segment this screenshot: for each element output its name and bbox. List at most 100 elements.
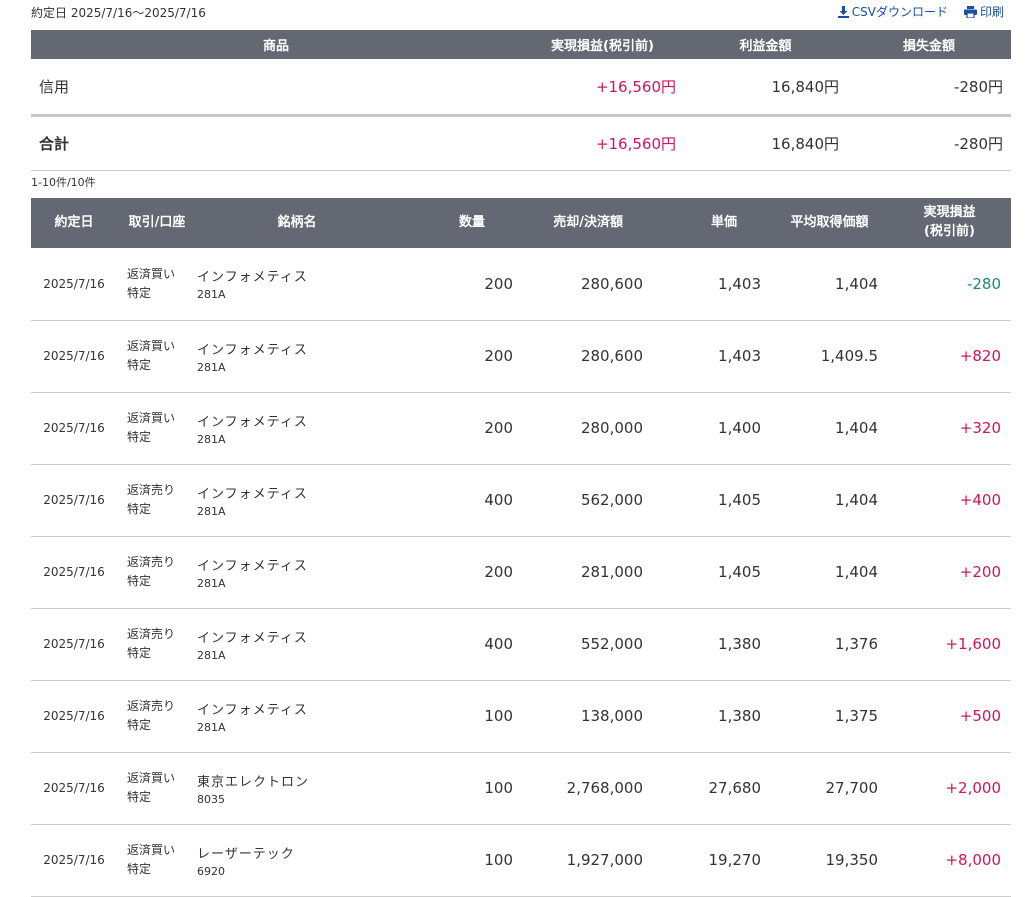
trade-type-cell: 返済買い 特定 (117, 320, 197, 393)
trade-type-cell: 返済売り 特定 (117, 608, 197, 681)
average-cost: 1,376 (771, 608, 888, 681)
stock-code: 8035 (197, 792, 225, 806)
quantity: 200 (397, 320, 523, 393)
stock-name: インフォメティス (197, 630, 308, 646)
stock-cell: インフォメティス 281A (197, 464, 397, 537)
actions: CSVダウンロード 印刷 (837, 3, 1004, 20)
col-header-date: 約定日 (31, 198, 117, 248)
col-header-pl-line2: (税引前) (924, 224, 975, 239)
top-bar: 約定日 2025/7/16〜2025/7/16 CSVダウンロード 印刷 (0, 0, 1035, 30)
settlement-amount: 2,768,000 (523, 752, 653, 825)
stock-code: 6920 (197, 864, 225, 878)
settlement-amount: 138,000 (523, 680, 653, 753)
col-header-name: 銘柄名 (197, 198, 397, 248)
realized-pl: +200 (888, 536, 1011, 609)
unit-price: 1,403 (653, 320, 771, 393)
account-type: 特定 (127, 358, 152, 372)
table-row: 2025/7/16 返済買い 特定 インフォメティス 281A 200 280,600 1,4… (31, 248, 1011, 321)
table-row: 2025/7/16 返済売り 特定 インフォメティス 281A 400 552,000 1,3… (31, 608, 1011, 681)
realized-pl: +500 (888, 680, 1011, 753)
table-row: 2025/7/16 返済買い 特定 インフォメティス 281A 200 280,600 1,4… (31, 320, 1011, 393)
csv-download-label: CSVダウンロード (851, 5, 948, 19)
summary-total-profit: 16,840円 (684, 115, 847, 171)
trade-type: 返済売り (127, 554, 176, 569)
realized-pl: +2,000 (888, 752, 1011, 825)
unit-price: 19,270 (653, 824, 771, 897)
stock-code: 281A (197, 504, 226, 518)
unit-price: 1,403 (653, 248, 771, 321)
realized-pl: +400 (888, 464, 1011, 537)
trade-type: 返済売り (127, 482, 176, 497)
realized-pl: +820 (888, 320, 1011, 393)
account-type: 特定 (127, 285, 152, 300)
summary-total-row: 合計 +16,560円 16,840円 -280円 (31, 115, 1011, 171)
table-row: 2025/7/16 返済買い 特定 レーザーテック 6920 100 1,927,000 19… (31, 824, 1011, 897)
trade-date: 2025/7/16 (31, 608, 117, 681)
stock-name: インフォメティス (197, 702, 308, 718)
col-header-type: 取引/口座 (117, 198, 197, 248)
trade-type-cell: 返済売り 特定 (117, 464, 197, 537)
summary-total-label: 合計 (31, 115, 521, 171)
summary-header-product: 商品 (31, 30, 521, 59)
account-type: 特定 (127, 646, 152, 660)
download-icon (837, 5, 849, 18)
trade-type-cell: 返済買い 特定 (117, 392, 197, 465)
trade-type: 返済買い (127, 266, 176, 281)
settlement-amount: 562,000 (523, 464, 653, 537)
trade-type: 返済買い (127, 410, 176, 425)
trade-type-cell: 返済買い 特定 (117, 248, 197, 321)
stock-cell: インフォメティス 281A (197, 608, 397, 681)
quantity: 400 (397, 608, 523, 681)
stock-name: インフォメティス (197, 414, 308, 430)
account-type: 特定 (127, 718, 152, 732)
stock-cell: インフォメティス 281A (197, 680, 397, 753)
stock-name: インフォメティス (197, 486, 308, 502)
summary-total-loss: -280円 (847, 115, 1011, 171)
average-cost: 1,375 (771, 680, 888, 753)
col-header-price: 単価 (653, 198, 771, 248)
account-type: 特定 (127, 502, 152, 516)
account-type: 特定 (127, 862, 152, 876)
trade-date: 2025/7/16 (31, 248, 117, 321)
quantity: 100 (397, 680, 523, 753)
stock-cell: インフォメティス 281A (197, 392, 397, 465)
quantity: 200 (397, 392, 523, 465)
quantity: 100 (397, 752, 523, 825)
trade-type-cell: 返済買い 特定 (117, 824, 197, 897)
stock-name: インフォメティス (197, 558, 308, 574)
summary-header-loss: 損失金額 (847, 30, 1011, 59)
stock-cell: インフォメティス 281A (197, 248, 397, 321)
col-header-pl-line1: 実現損益 (923, 205, 976, 221)
csv-download-link[interactable]: CSVダウンロード (837, 3, 948, 20)
summary-table: 商品 実現損益(税引前) 利益金額 損失金額 信用 +16,560円 16,84… (31, 30, 1011, 171)
summary-total-pl: +16,560円 (521, 115, 684, 171)
stock-code: 281A (197, 576, 226, 590)
result-count: 1-10件/10件 (31, 176, 96, 189)
realized-pl: +1,600 (888, 608, 1011, 681)
print-link[interactable]: 印刷 (963, 3, 1004, 20)
average-cost: 27,700 (771, 752, 888, 825)
unit-price: 1,380 (653, 680, 771, 753)
trade-date: 2025/7/16 (31, 752, 117, 825)
trade-type-cell: 返済売り 特定 (117, 536, 197, 609)
settlement-amount: 552,000 (523, 608, 653, 681)
trade-type: 返済買い (127, 770, 176, 785)
unit-price: 27,680 (653, 752, 771, 825)
summary-loss: -280円 (847, 59, 1011, 117)
stock-code: 281A (197, 288, 226, 302)
trade-date: 2025/7/16 (31, 392, 117, 465)
unit-price: 1,405 (653, 464, 771, 537)
average-cost: 1,404 (771, 248, 888, 321)
realized-pl: -280 (888, 248, 1011, 321)
settlement-amount: 280,600 (523, 320, 653, 393)
stock-cell: レーザーテック 6920 (197, 824, 397, 897)
trade-date: 2025/7/16 (31, 536, 117, 609)
table-row: 2025/7/16 返済売り 特定 インフォメティス 281A 400 562,000 1,4… (31, 464, 1011, 537)
col-header-amount: 売却/決済額 (523, 198, 653, 248)
unit-price: 1,400 (653, 392, 771, 465)
summary-header-pl: 実現損益(税引前) (521, 30, 684, 59)
trade-type: 返済買い (127, 338, 176, 353)
table-row: 2025/7/16 返済売り 特定 インフォメティス 281A 100 138,000 1,3… (31, 680, 1011, 753)
unit-price: 1,405 (653, 536, 771, 609)
summary-row: 信用 +16,560円 16,840円 -280円 (31, 59, 1011, 117)
